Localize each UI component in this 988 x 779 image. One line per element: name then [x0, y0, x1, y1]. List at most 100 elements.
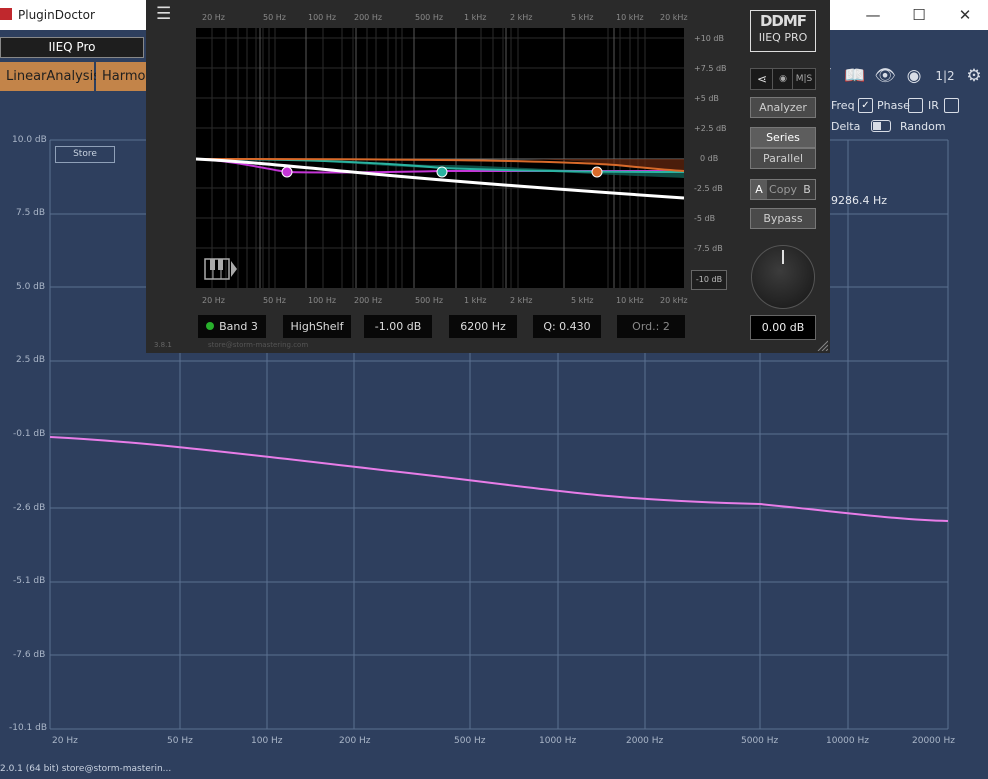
status-bar: 2.0.1 (64 bit) store@storm-masterin... [0, 764, 172, 774]
extra-checkbox[interactable] [944, 98, 959, 113]
y-tick-label: 10.0 dB [12, 135, 47, 145]
logo-line1: DDMF [759, 12, 807, 30]
freq-label-bottom: 50 Hz [263, 296, 286, 305]
copy-button[interactable]: Copy [767, 180, 799, 199]
ir-checkbox[interactable] [908, 98, 923, 113]
series-button[interactable]: Series [750, 127, 816, 148]
parallel-button[interactable]: Parallel [750, 148, 816, 169]
db-label: +2.5 dB [694, 124, 727, 133]
filter-type-selector[interactable]: HighShelf [283, 315, 351, 338]
x-tick-label: 2000 Hz [626, 736, 664, 746]
db-label: +7.5 dB [694, 64, 727, 73]
menu-icon[interactable]: ☰ [156, 6, 171, 23]
y-tick-label: -2.6 dB [13, 503, 46, 513]
x-tick-label: 1000 Hz [539, 736, 577, 746]
analyzer-button[interactable]: Analyzer [750, 97, 816, 118]
window-title: PluginDoctor [18, 8, 95, 22]
phase-checkbox[interactable]: ✓ [858, 98, 873, 113]
freq-label-bottom: 100 Hz [308, 296, 337, 305]
freq-label-bottom: 200 Hz [354, 296, 383, 305]
phase-label: Phase [877, 99, 910, 112]
plugin-window: ☰ 20 Hz 50 Hz 100 Hz 200 Hz 500 Hz 1 kHz… [146, 0, 830, 353]
y-tick-label: -10.1 dB [9, 723, 48, 733]
eq-display[interactable] [196, 28, 684, 288]
app-icon [0, 8, 12, 20]
band-name: Band 3 [219, 320, 258, 333]
band2-handle [436, 166, 448, 178]
db-label: 0 dB [700, 154, 719, 163]
b-button[interactable]: B [799, 180, 815, 199]
freq-label-bottom: 500 Hz [415, 296, 444, 305]
y-tick-label: -7.6 dB [13, 650, 46, 660]
y-tick-label: -0.1 dB [13, 429, 46, 439]
eye-icon[interactable]: 👁 [872, 64, 898, 88]
x-tick-label: 100 Hz [251, 736, 283, 746]
band-gain-field[interactable]: -1.00 dB [364, 315, 432, 338]
routing-icon[interactable]: ⋖ [750, 68, 774, 90]
y-tick-label: -5.1 dB [13, 576, 46, 586]
band-freq-field[interactable]: 6200 Hz [449, 315, 517, 338]
x-tick-label: 20 Hz [52, 736, 78, 746]
db-label: -2.5 dB [694, 184, 723, 193]
lock-icon[interactable]: ◉ [772, 68, 794, 90]
band1-handle [281, 166, 293, 178]
ms-button[interactable]: M|S [792, 68, 816, 90]
freq-label-bottom: 20 kHz [660, 296, 688, 305]
tab-harmonic[interactable]: Harmo [96, 62, 148, 91]
ab-compare: A Copy B [750, 179, 816, 200]
a-button[interactable]: A [751, 180, 767, 199]
gear-icon[interactable]: ⚙ [961, 64, 987, 88]
book-icon[interactable]: 📖 [842, 64, 868, 88]
x-tick-label: 50 Hz [167, 736, 193, 746]
freq-label-top: 10 kHz [616, 13, 644, 22]
band-order-field[interactable]: Ord.: 2 [617, 315, 685, 338]
freq-label-bottom: 2 kHz [510, 296, 533, 305]
y-tick-label: 2.5 dB [16, 355, 46, 365]
freq-label-bottom: 5 kHz [571, 296, 594, 305]
db-label: -5 dB [694, 214, 716, 223]
band-q-field[interactable]: Q: 0.430 [533, 315, 601, 338]
ddmf-logo: DDMF IIEQ PRO [750, 10, 816, 52]
minimize-icon[interactable]: — [850, 4, 896, 26]
freq-label-bottom: 10 kHz [616, 296, 644, 305]
x-tick-label: 5000 Hz [741, 736, 779, 746]
x-tick-label: 500 Hz [454, 736, 486, 746]
db-range-button[interactable]: -10 dB [691, 270, 727, 290]
freq-label-top: 100 Hz [308, 13, 337, 22]
piano-icon[interactable] [204, 257, 238, 281]
freq-label: Freq [831, 99, 855, 112]
y-tick-label: 7.5 dB [16, 208, 46, 218]
resize-handle-icon[interactable] [816, 339, 828, 351]
freq-label-top: 5 kHz [571, 13, 594, 22]
x-tick-label: 200 Hz [339, 736, 371, 746]
freq-label-bottom: 20 Hz [202, 296, 225, 305]
store-button[interactable]: Store [55, 146, 115, 163]
knob-indicator [782, 250, 784, 264]
db-label: +5 dB [694, 94, 719, 103]
preset-selector[interactable]: IIEQ Pro [0, 37, 144, 58]
version-label: 3.8.1 [154, 341, 172, 349]
band-selector[interactable]: Band 3 [198, 315, 266, 338]
freq-label-top: 20 Hz [202, 13, 225, 22]
freq-label-top: 50 Hz [263, 13, 286, 22]
tab-linear-analysis[interactable]: LinearAnalysis [0, 62, 100, 91]
split-view-icon[interactable]: 1|2 [932, 64, 958, 88]
output-gain-value[interactable]: 0.00 dB [750, 315, 816, 340]
freq-label-top: 200 Hz [354, 13, 383, 22]
db-label: -7.5 dB [694, 244, 723, 253]
freq-label-top: 1 kHz [464, 13, 487, 22]
camera-icon[interactable]: ◉ [901, 64, 927, 88]
freq-label-top: 2 kHz [510, 13, 533, 22]
output-gain-knob[interactable] [751, 245, 815, 309]
y-tick-label: 5.0 dB [16, 282, 46, 292]
freq-label-top: 20 kHz [660, 13, 688, 22]
ir-label: IR [928, 99, 939, 112]
close-icon[interactable]: ✕ [942, 4, 988, 26]
freq-label-top: 500 Hz [415, 13, 444, 22]
band3-handle [591, 166, 603, 178]
db-label: +10 dB [694, 34, 724, 43]
logo-line2: IIEQ PRO [758, 31, 808, 44]
maximize-icon[interactable]: ☐ [896, 4, 942, 26]
bypass-button[interactable]: Bypass [750, 208, 816, 229]
x-tick-label: 10000 Hz [826, 736, 869, 746]
